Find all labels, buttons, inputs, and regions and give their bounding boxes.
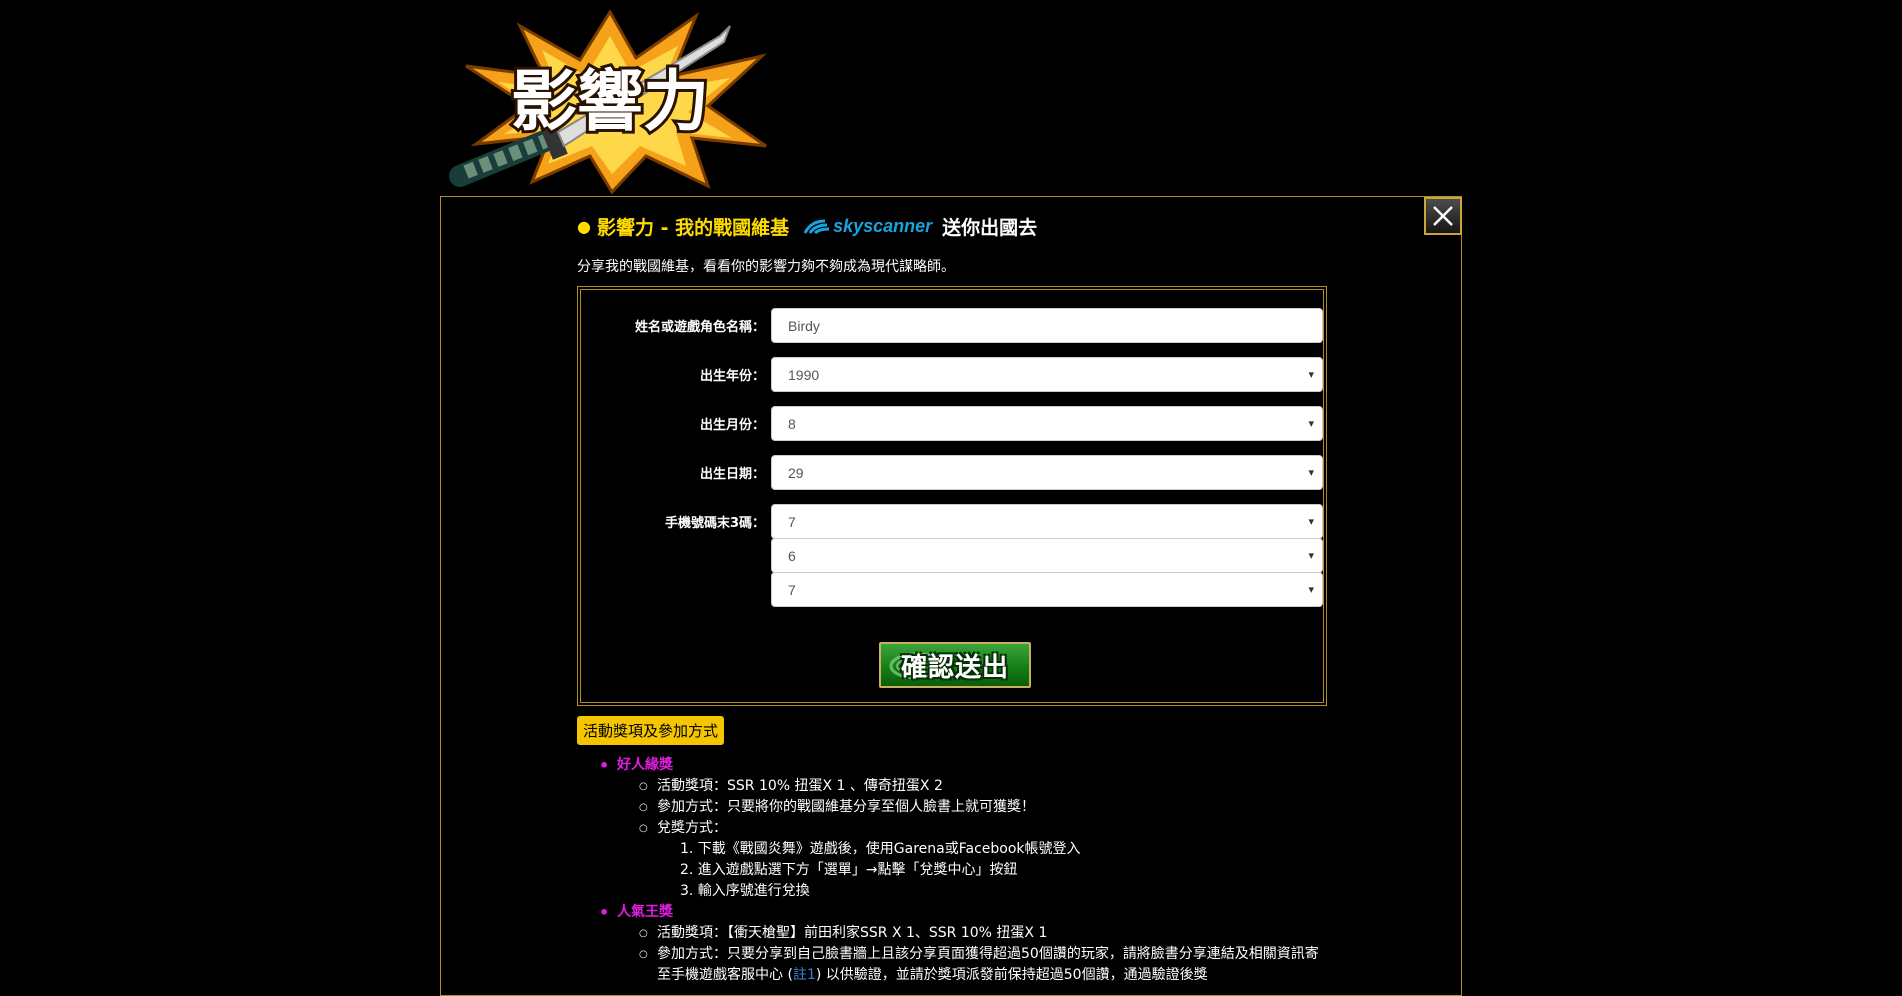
prize-title: 人氣王獎 [577,902,1329,923]
entry-form: 姓名或遊戲角色名稱： 出生年份： 1990 ▾ 出生月份： 8 ▾ 出生日期： … [577,286,1327,706]
chevron-down-icon: ▾ [1308,467,1314,479]
submit-button[interactable]: 確認送出 [879,642,1031,688]
influence-logo: 影響力 [440,6,780,194]
modal-content: ● 影響力 - 我的戰國維基 skyscanner 送你出國去 分享我的戰國維基… [577,210,1329,986]
phone-digit-2-select[interactable]: 6 ▾ [771,538,1323,573]
phone-digit-1-value: 7 [788,513,796,530]
birth-month-label: 出生月份： [699,418,765,433]
phone-digit-2-value: 6 [788,547,796,564]
heading-suffix: 送你出國去 [942,216,1038,239]
name-label: 姓名或遊戲角色名稱： [634,320,765,335]
skyscanner-wordmark: skyscanner [833,215,933,236]
birth-year-label: 出生年份： [699,369,765,384]
heading-title: 影響力 - 我的戰國維基 [596,216,790,239]
chevron-down-icon: ▾ [1308,418,1314,430]
birth-month-select[interactable]: 8 ▾ [771,406,1323,441]
birth-year-select[interactable]: 1990 ▾ [771,357,1323,392]
phone-digit-3-select[interactable]: 7 ▾ [771,572,1323,607]
birth-year-value: 1990 [788,366,820,383]
heading-bullet-icon: ● [577,216,591,236]
birth-year-row: 出生年份： [581,357,768,392]
birth-day-select[interactable]: 29 ▾ [771,455,1323,490]
skyscanner-sunrise-icon [803,219,830,235]
submit-label: 確認送出 [900,652,1009,683]
prize-info-tag: 活動獎項及參加方式 [577,716,725,745]
birth-month-value: 8 [788,415,796,432]
skyscanner-logo: skyscanner [803,216,932,237]
prize-item: 活動獎項：SSR 10% 扭蛋X 1 、傳奇扭蛋X 2 [577,776,1329,797]
name-input[interactable] [771,308,1323,343]
phone-digit-1-select[interactable]: 7 ▾ [771,504,1323,539]
close-button[interactable] [1424,197,1462,235]
prize-item: 活動獎項：【衝天槍聖】前田利家SSR X 1、SSR 10% 扭蛋X 1 [577,923,1329,944]
prize-list: 好人緣獎 活動獎項：SSR 10% 扭蛋X 1 、傳奇扭蛋X 2 參加方式：只要… [577,755,1329,986]
entry-form-inner: 姓名或遊戲角色名稱： 出生年份： 1990 ▾ 出生月份： 8 ▾ 出生日期： … [580,289,1324,703]
birth-day-label: 出生日期： [699,467,765,482]
close-icon [1433,206,1453,226]
prize-item: 兌獎方式： [577,818,1329,839]
redeem-step: 2. 進入遊戲點選下方「選單」→點擊「兌獎中心」按鈕 [680,862,1018,878]
redeem-step: 3. 輸入序號進行兌換 [680,883,810,899]
redeem-step: 1. 下載《戰國炎舞》遊戲後，使用Garena或Facebook帳號登入 [680,841,1081,857]
prize-item-text: ) 以供驗證，並請於獎項派發前保持超過50個讚，通過驗證後獎 [815,967,1208,983]
intro-text: 分享我的戰國維基，看看你的影響力夠不夠成為現代謀略師。 [577,259,955,275]
modal-heading: ● 影響力 - 我的戰國維基 skyscanner 送你出國去 [577,210,1329,242]
prize-item-long: 參加方式：只要分享到自己臉書牆上且該分享頁面獲得超過50個讚的玩家，請將臉書分享… [577,944,1329,986]
phone-label: 手機號碼末3碼： [664,516,765,531]
name-row: 姓名或遊戲角色名稱： [581,308,768,343]
birth-month-row: 出生月份： [581,406,768,441]
birth-day-value: 29 [788,464,804,481]
prize-item: 參加方式：只要將你的戰國維基分享至個人臉書上就可獲獎！ [577,797,1329,818]
note-1-link[interactable]: 註1 [793,967,816,983]
chevron-down-icon: ▾ [1308,550,1314,562]
logo-title: 影響力 [511,63,709,140]
chevron-down-icon: ▾ [1308,516,1314,528]
chevron-down-icon: ▾ [1308,369,1314,381]
phone-digit-3-value: 7 [788,581,796,598]
phone-row: 手機號碼末3碼： [581,504,768,539]
birth-day-row: 出生日期： [581,455,768,490]
chevron-down-icon: ▾ [1308,584,1314,596]
prize-title: 好人緣獎 [577,755,1329,776]
